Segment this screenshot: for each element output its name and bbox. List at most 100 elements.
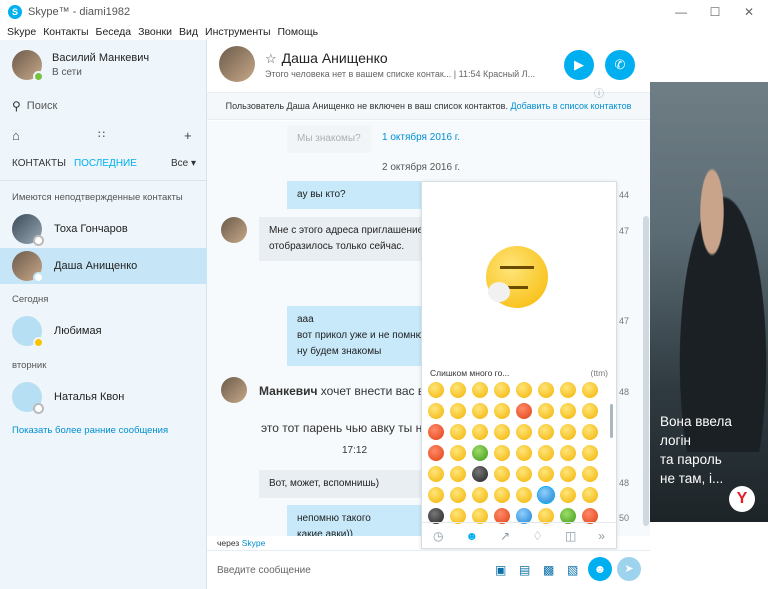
emoticon-icon[interactable]	[582, 382, 598, 398]
emoticon-icon[interactable]	[516, 424, 532, 440]
emoticon-icon[interactable]	[428, 424, 444, 440]
tab-recent[interactable]: ПОСЛЕДНИЕ	[74, 158, 137, 169]
emoticon-icon[interactable]	[560, 424, 576, 440]
emoticon-icon[interactable]	[428, 445, 444, 461]
show-earlier-link[interactable]: Показать более ранние сообщения	[12, 425, 168, 436]
emoticon-icon[interactable]	[537, 486, 555, 504]
emoticon-icon[interactable]	[538, 403, 554, 419]
chat-avatar[interactable]	[219, 46, 255, 82]
message-time: 17:12	[342, 445, 368, 456]
menu-contacts[interactable]: Контакты	[43, 26, 88, 38]
add-to-contacts-link[interactable]: Добавить в список контактов	[510, 101, 631, 111]
add-contact-icon[interactable]: +	[184, 128, 192, 143]
search-box[interactable]: ⚲ Поиск	[12, 99, 57, 113]
unconfirmed-label: Имеются неподтвержденные контакты	[12, 192, 183, 203]
bell-icon[interactable]: ♢	[532, 529, 543, 543]
dialpad-icon[interactable]: ∷	[98, 128, 105, 141]
emoticon-icon[interactable]	[494, 424, 510, 440]
video-call-button[interactable]: ▶	[564, 50, 594, 80]
emoticon-icon[interactable]	[560, 487, 576, 503]
emoticon-button[interactable]: ☻	[588, 557, 612, 581]
tab-contacts[interactable]: КОНТАКТЫ	[12, 158, 66, 169]
video-message-icon[interactable]: ▩	[543, 563, 554, 577]
emoticon-icon[interactable]	[450, 424, 466, 440]
send-button[interactable]: ➤	[617, 557, 641, 581]
smiley-icon[interactable]: ☻	[465, 529, 478, 543]
gift-icon[interactable]: ◫	[565, 529, 576, 543]
home-icon[interactable]: ⌂	[12, 128, 20, 143]
contact-item[interactable]: Наталья Квон	[0, 379, 207, 415]
emoticon-icon[interactable]	[450, 487, 466, 503]
message-avatar	[221, 377, 247, 403]
filter-dropdown[interactable]: Все ▾	[171, 158, 196, 169]
emoticon-icon[interactable]	[516, 445, 532, 461]
chevron-right-icon[interactable]: »	[598, 529, 605, 543]
emoticon-icon[interactable]	[538, 424, 554, 440]
message-input[interactable]: Введите сообщение	[217, 565, 311, 576]
menu-calls[interactable]: Звонки	[138, 26, 172, 38]
emoticon-icon[interactable]	[450, 382, 466, 398]
message-time: 44	[619, 190, 630, 200]
emoticon-icon[interactable]	[516, 487, 532, 503]
recent-icon[interactable]: ◷	[433, 529, 443, 543]
audio-call-button[interactable]: ✆	[605, 50, 635, 80]
minimize-button[interactable]: —	[664, 0, 698, 24]
emoticon-icon[interactable]	[494, 403, 510, 419]
emoticon-icon[interactable]	[582, 403, 598, 419]
emoticon-icon[interactable]	[560, 403, 576, 419]
emoticon-icon[interactable]	[560, 382, 576, 398]
menu-skype[interactable]: Skype	[7, 26, 36, 38]
close-button[interactable]: ✕	[732, 0, 766, 24]
emoticon-icon[interactable]	[516, 403, 532, 419]
contact-item[interactable]: Тоха Гончаров	[0, 211, 207, 247]
send-contact-icon[interactable]: ▧	[567, 563, 578, 577]
emoticon-icon[interactable]	[472, 466, 488, 482]
emoticon-icon[interactable]	[516, 382, 532, 398]
scrollbar[interactable]	[643, 216, 649, 526]
emoticon-icon[interactable]	[472, 403, 488, 419]
emoticon-icon[interactable]	[428, 466, 444, 482]
emoticon-icon[interactable]	[494, 445, 510, 461]
emoticon-icon[interactable]	[450, 403, 466, 419]
emoticon-icon[interactable]	[472, 424, 488, 440]
emoticon-icon[interactable]	[582, 487, 598, 503]
emoticon-icon[interactable]	[472, 382, 488, 398]
via-skype-link[interactable]: Skype	[242, 538, 266, 548]
emoticon-icon[interactable]	[450, 445, 466, 461]
emoticon-icon[interactable]	[538, 445, 554, 461]
emoticon-icon[interactable]	[494, 382, 510, 398]
contact-item-selected[interactable]: Даша Анищенко	[0, 248, 207, 284]
emoticon-scrollbar[interactable]	[610, 404, 613, 438]
emoticon-icon[interactable]	[494, 466, 510, 482]
advertisement[interactable]: Вона ввела логін та пароль не там, і... …	[650, 82, 768, 522]
emoticon-icon[interactable]	[428, 382, 444, 398]
emoticon-icon[interactable]	[472, 487, 488, 503]
emoticon-icon[interactable]	[494, 487, 510, 503]
emoticon-hand	[488, 282, 510, 302]
emoticon-mouth	[508, 286, 528, 289]
emoticon-icon[interactable]	[560, 466, 576, 482]
send-image-icon[interactable]: ▣	[495, 563, 506, 577]
menu-help[interactable]: Помощь	[278, 26, 319, 38]
emoticon-icon[interactable]	[450, 466, 466, 482]
emoticon-icon[interactable]	[516, 466, 532, 482]
contact-item[interactable]: Любимая	[0, 313, 207, 349]
profile[interactable]: Василий Манкевич В сети	[12, 50, 149, 82]
emoticon-icon[interactable]	[428, 403, 444, 419]
trending-icon[interactable]: ↗	[500, 529, 510, 543]
send-file-icon[interactable]: ▤	[519, 563, 530, 577]
emoticon-icon[interactable]	[582, 445, 598, 461]
emoticon-icon[interactable]	[582, 424, 598, 440]
emoticon-icon[interactable]	[538, 466, 554, 482]
emoticon-icon[interactable]	[428, 487, 444, 503]
emoticon-icon[interactable]	[472, 445, 488, 461]
menu-conversation[interactable]: Беседа	[96, 26, 132, 38]
maximize-button[interactable]: ☐	[698, 0, 732, 24]
menu-tools[interactable]: Инструменты	[205, 26, 270, 38]
ad-info-icon[interactable]: ⓘ	[594, 85, 604, 100]
menu-view[interactable]: Вид	[179, 26, 198, 38]
star-icon[interactable]: ☆	[265, 51, 277, 66]
emoticon-icon[interactable]	[582, 466, 598, 482]
emoticon-icon[interactable]	[560, 445, 576, 461]
emoticon-icon[interactable]	[538, 382, 554, 398]
